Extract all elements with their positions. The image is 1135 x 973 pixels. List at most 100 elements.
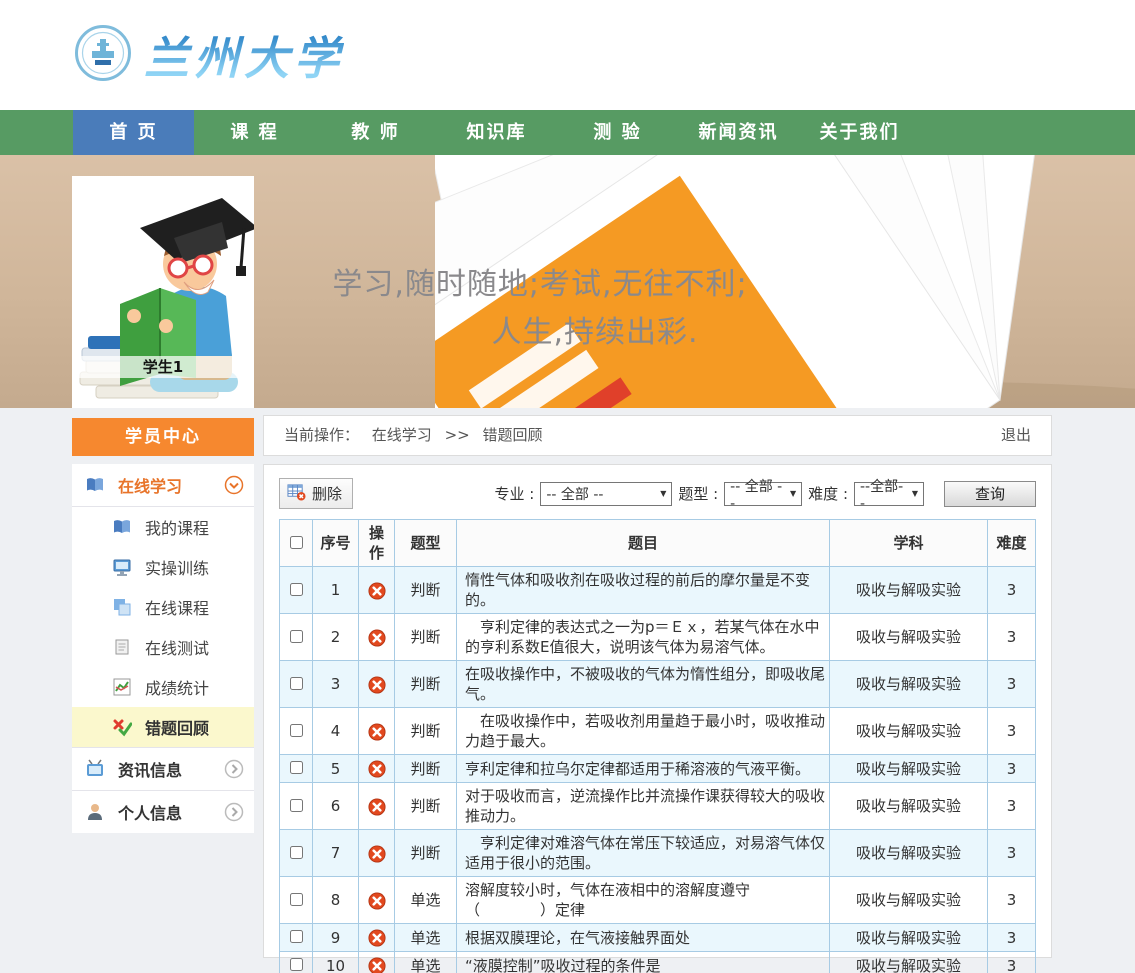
row-checkbox[interactable] xyxy=(290,846,303,859)
sidebar-item-4[interactable]: 在线测试 xyxy=(72,627,254,667)
row-checkbox[interactable] xyxy=(290,799,303,812)
cell-index: 10 xyxy=(313,952,359,973)
header-select-all[interactable] xyxy=(280,520,313,567)
cell-action[interactable] xyxy=(359,614,395,661)
cell-checkbox[interactable] xyxy=(280,924,313,952)
sidebar-item-8[interactable]: 个人信息 xyxy=(72,790,254,833)
cell-difficulty: 3 xyxy=(988,708,1036,755)
member-center-header: 学员中心 xyxy=(72,418,254,456)
row-checkbox[interactable] xyxy=(290,958,303,971)
breadcrumb-parent: 在线学习 xyxy=(372,426,432,444)
sidebar-item-3[interactable]: 在线课程 xyxy=(72,587,254,627)
cell-action[interactable] xyxy=(359,924,395,952)
cell-difficulty: 3 xyxy=(988,661,1036,708)
delete-row-icon[interactable] xyxy=(368,760,386,778)
row-checkbox[interactable] xyxy=(290,630,303,643)
sidebar-item-7[interactable]: 资讯信息 xyxy=(72,747,254,790)
nav-tab-0[interactable]: 首 页 xyxy=(73,110,194,155)
table-row: 1判断惰性气体和吸收剂在吸收过程的前后的摩尔量是不变的。吸收与解吸实验3 xyxy=(280,567,1036,614)
nav-tab-1[interactable]: 课 程 xyxy=(194,110,315,155)
breadcrumb: 当前操作： 在线学习 >> 错题回顾 退出 xyxy=(263,415,1052,456)
cell-subject: 吸收与解吸实验 xyxy=(830,567,988,614)
delete-row-icon[interactable] xyxy=(368,845,386,863)
chevron-right-circle-icon xyxy=(224,802,244,822)
cell-checkbox[interactable] xyxy=(280,614,313,661)
cell-action[interactable] xyxy=(359,952,395,973)
delete-row-icon[interactable] xyxy=(368,582,386,600)
cell-question-text: 亨利定律的表达式之一为p＝Ｅｘ，若某气体在水中的亨利系数E值很大，说明该气体为易… xyxy=(457,614,830,661)
cell-checkbox[interactable] xyxy=(280,661,313,708)
type-filter-label: 题型 : xyxy=(678,483,718,504)
cell-action[interactable] xyxy=(359,661,395,708)
nav-tabs: 首 页课 程教 师知识库测 验新闻资讯关于我们 xyxy=(73,110,920,155)
row-checkbox[interactable] xyxy=(290,724,303,737)
cell-checkbox[interactable] xyxy=(280,783,313,830)
cell-checkbox[interactable] xyxy=(280,567,313,614)
sidebar-item-5[interactable]: 成绩统计 xyxy=(72,667,254,707)
row-checkbox[interactable] xyxy=(290,930,303,943)
cell-subject: 吸收与解吸实验 xyxy=(830,877,988,924)
cell-action[interactable] xyxy=(359,755,395,783)
sidebar-item-1[interactable]: 我的课程 xyxy=(72,507,254,547)
cell-action[interactable] xyxy=(359,783,395,830)
sidebar-item-label: 我的课程 xyxy=(145,515,209,539)
hero-banner: 学习,随时随地;考试,无往不利; 人生,持续出彩. xyxy=(0,155,1135,408)
question-type-select[interactable]: -- 全部 -- ▼ xyxy=(724,482,802,506)
site-header: 兰州大学 xyxy=(0,0,1135,110)
cell-checkbox[interactable] xyxy=(280,708,313,755)
delete-button[interactable]: 删除 xyxy=(279,478,353,509)
university-seal-icon xyxy=(74,24,132,86)
column-header-6: 难度 xyxy=(988,520,1036,567)
nav-tab-3[interactable]: 知识库 xyxy=(436,110,557,155)
sidebar-item-2[interactable]: 实操训练 xyxy=(72,547,254,587)
delete-row-icon[interactable] xyxy=(368,798,386,816)
cell-index: 2 xyxy=(313,614,359,661)
questions-table: 序号操作题型题目学科难度 1判断惰性气体和吸收剂在吸收过程的前后的摩尔量是不变的… xyxy=(279,519,1036,973)
university-logo[interactable]: 兰州大学 xyxy=(74,22,344,87)
select-all-checkbox[interactable] xyxy=(290,536,303,549)
main-nav: 首 页课 程教 师知识库测 验新闻资讯关于我们 xyxy=(0,110,1135,155)
row-checkbox[interactable] xyxy=(290,893,303,906)
delete-row-icon[interactable] xyxy=(368,957,386,973)
cell-subject: 吸收与解吸实验 xyxy=(830,755,988,783)
sidebar-item-6[interactable]: 错题回顾 xyxy=(72,707,254,747)
table-row: 5判断亨利定律和拉乌尔定律都适用于稀溶液的气液平衡。吸收与解吸实验3 xyxy=(280,755,1036,783)
banner-slogan-line1: 学习,随时随地;考试,无往不利; xyxy=(250,267,830,303)
row-checkbox[interactable] xyxy=(290,677,303,690)
row-checkbox[interactable] xyxy=(290,761,303,774)
query-button[interactable]: 查询 xyxy=(944,481,1036,507)
nav-tab-5[interactable]: 新闻资讯 xyxy=(678,110,799,155)
cell-checkbox[interactable] xyxy=(280,830,313,877)
column-header-1: 序号 xyxy=(313,520,359,567)
delete-row-icon[interactable] xyxy=(368,723,386,741)
nav-tab-4[interactable]: 测 验 xyxy=(557,110,678,155)
cell-checkbox[interactable] xyxy=(280,755,313,783)
delete-row-icon[interactable] xyxy=(368,929,386,947)
difficulty-select[interactable]: --全部-- ▼ xyxy=(854,482,924,506)
breadcrumb-current: 错题回顾 xyxy=(483,426,543,444)
sidebar-item-0[interactable]: 在线学习 xyxy=(72,464,254,507)
nav-tab-6[interactable]: 关于我们 xyxy=(799,110,920,155)
cell-question-text: 亨利定律和拉乌尔定律都适用于稀溶液的气液平衡。 xyxy=(457,755,830,783)
cell-index: 3 xyxy=(313,661,359,708)
delete-row-icon[interactable] xyxy=(368,676,386,694)
cell-question-type: 判断 xyxy=(395,567,457,614)
logout-button[interactable]: 退出 xyxy=(1001,416,1031,455)
nav-tab-2[interactable]: 教 师 xyxy=(315,110,436,155)
cell-action[interactable] xyxy=(359,877,395,924)
cell-action[interactable] xyxy=(359,567,395,614)
cell-checkbox[interactable] xyxy=(280,952,313,973)
cell-question-type: 单选 xyxy=(395,877,457,924)
major-select[interactable]: -- 全部 -- ▼ xyxy=(540,482,672,506)
cell-action[interactable] xyxy=(359,708,395,755)
cell-checkbox[interactable] xyxy=(280,877,313,924)
difficulty-select-value: --全部-- xyxy=(860,476,908,512)
person-icon xyxy=(85,802,105,822)
delete-row-icon[interactable] xyxy=(368,892,386,910)
delete-row-icon[interactable] xyxy=(368,629,386,647)
cell-action[interactable] xyxy=(359,830,395,877)
breadcrumb-separator: >> xyxy=(445,426,470,444)
row-checkbox[interactable] xyxy=(290,583,303,596)
cell-question-type: 单选 xyxy=(395,952,457,973)
university-name: 兰州大学 xyxy=(144,22,344,87)
